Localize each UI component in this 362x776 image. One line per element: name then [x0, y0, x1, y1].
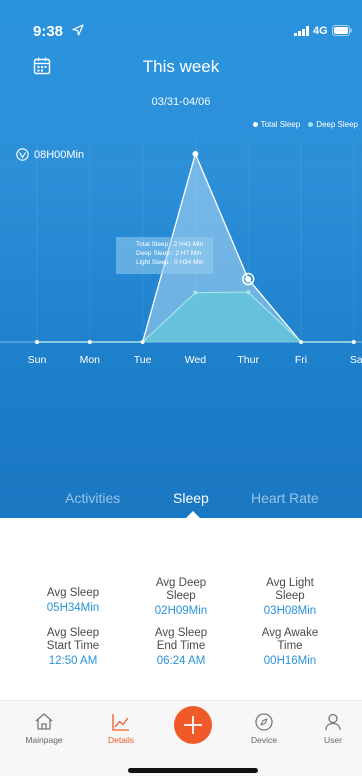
nav-details[interactable]: Details [91, 711, 151, 745]
stat-avg-awake: Avg Awake Time 00H16Min [235, 627, 345, 667]
deep-sleep-point [193, 290, 198, 295]
tab-activities[interactable]: Activities [65, 490, 120, 506]
home-indicator [128, 768, 258, 773]
total-sleep-point [351, 340, 356, 344]
nav-label: Device [251, 735, 277, 745]
sleep-chart: Sun Mon Tue Wed Thur Fri Sat [0, 140, 362, 366]
stat-value: 02H09Min [154, 605, 208, 617]
stat-avg-sleep-start: Avg Sleep Start Time 12:50 AM [18, 627, 128, 667]
total-sleep-point [35, 340, 39, 344]
add-button[interactable] [174, 706, 212, 744]
deep-sleep-point [246, 289, 251, 295]
stat-value: 12:50 AM [48, 655, 98, 667]
category-tabs: Activities Sleep Heart Rate [0, 490, 362, 518]
active-tab-caret [185, 511, 201, 519]
stat-avg-light-sleep: Avg Light Sleep 03H08Min [235, 577, 345, 617]
total-sleep-point [299, 340, 303, 344]
selected-point-dot [245, 276, 251, 282]
compass-icon [255, 713, 273, 731]
stat-value: 00H16Min [263, 655, 317, 667]
tab-sleep[interactable]: Sleep [173, 490, 209, 506]
tooltip-deep: Deep Sleep : 2 H7 Min [136, 250, 202, 257]
total-sleep-point [140, 340, 145, 344]
x-tick-label: Fri [295, 354, 307, 366]
deep-sleep-area [37, 292, 354, 342]
hero-panel: 9:38 4G This week 03/31-04/06 Total Slee… [0, 0, 362, 518]
tab-heart-rate[interactable]: Heart Rate [251, 490, 319, 506]
nav-device[interactable]: Device [234, 711, 294, 745]
x-tick-label: Sat [350, 354, 362, 366]
nav-label: Mainpage [25, 735, 63, 745]
total-sleep-point [87, 340, 92, 344]
x-tick-label: Sun [28, 354, 47, 366]
stat-avg-sleep: Avg Sleep 05H34Min [18, 587, 128, 614]
tooltip-light: Light Sleep : 0 H34 Min [136, 259, 204, 266]
stat-avg-sleep-end: Avg Sleep End Time 06:24 AM [126, 627, 236, 667]
nav-mainpage[interactable]: Mainpage [14, 711, 74, 745]
x-tick-label: Mon [80, 354, 101, 366]
stat-avg-deep-sleep: Avg Deep Sleep 02H09Min [126, 577, 236, 617]
plus-icon [184, 716, 202, 734]
stat-label: Avg Sleep [46, 587, 100, 599]
stat-label: Avg Sleep End Time [154, 627, 208, 652]
total-sleep-point [192, 151, 199, 157]
stat-value: 03H08Min [263, 605, 317, 617]
x-tick-label: Wed [185, 354, 207, 366]
nav-label: Details [108, 735, 134, 745]
stat-label: Avg Deep Sleep [155, 577, 207, 602]
stat-label: Avg Light Sleep [266, 577, 314, 602]
stat-value: 05H34Min [46, 602, 100, 614]
chart-icon [112, 714, 129, 731]
tooltip-total: Total Sleep : 2 H41 Min [136, 241, 204, 248]
nav-user[interactable]: User [303, 711, 362, 745]
stat-value: 06:24 AM [156, 655, 206, 667]
x-tick-label: Thur [237, 354, 259, 366]
stat-label: Avg Awake Time [261, 627, 319, 652]
x-tick-label: Tue [134, 354, 152, 366]
stat-label: Avg Sleep Start Time [46, 627, 100, 652]
user-icon [325, 713, 341, 731]
nav-label: User [324, 735, 342, 745]
chart-tooltip: Total Sleep : 2 H41 Min Deep Sleep : 2 H… [116, 237, 213, 274]
home-icon [35, 713, 53, 730]
